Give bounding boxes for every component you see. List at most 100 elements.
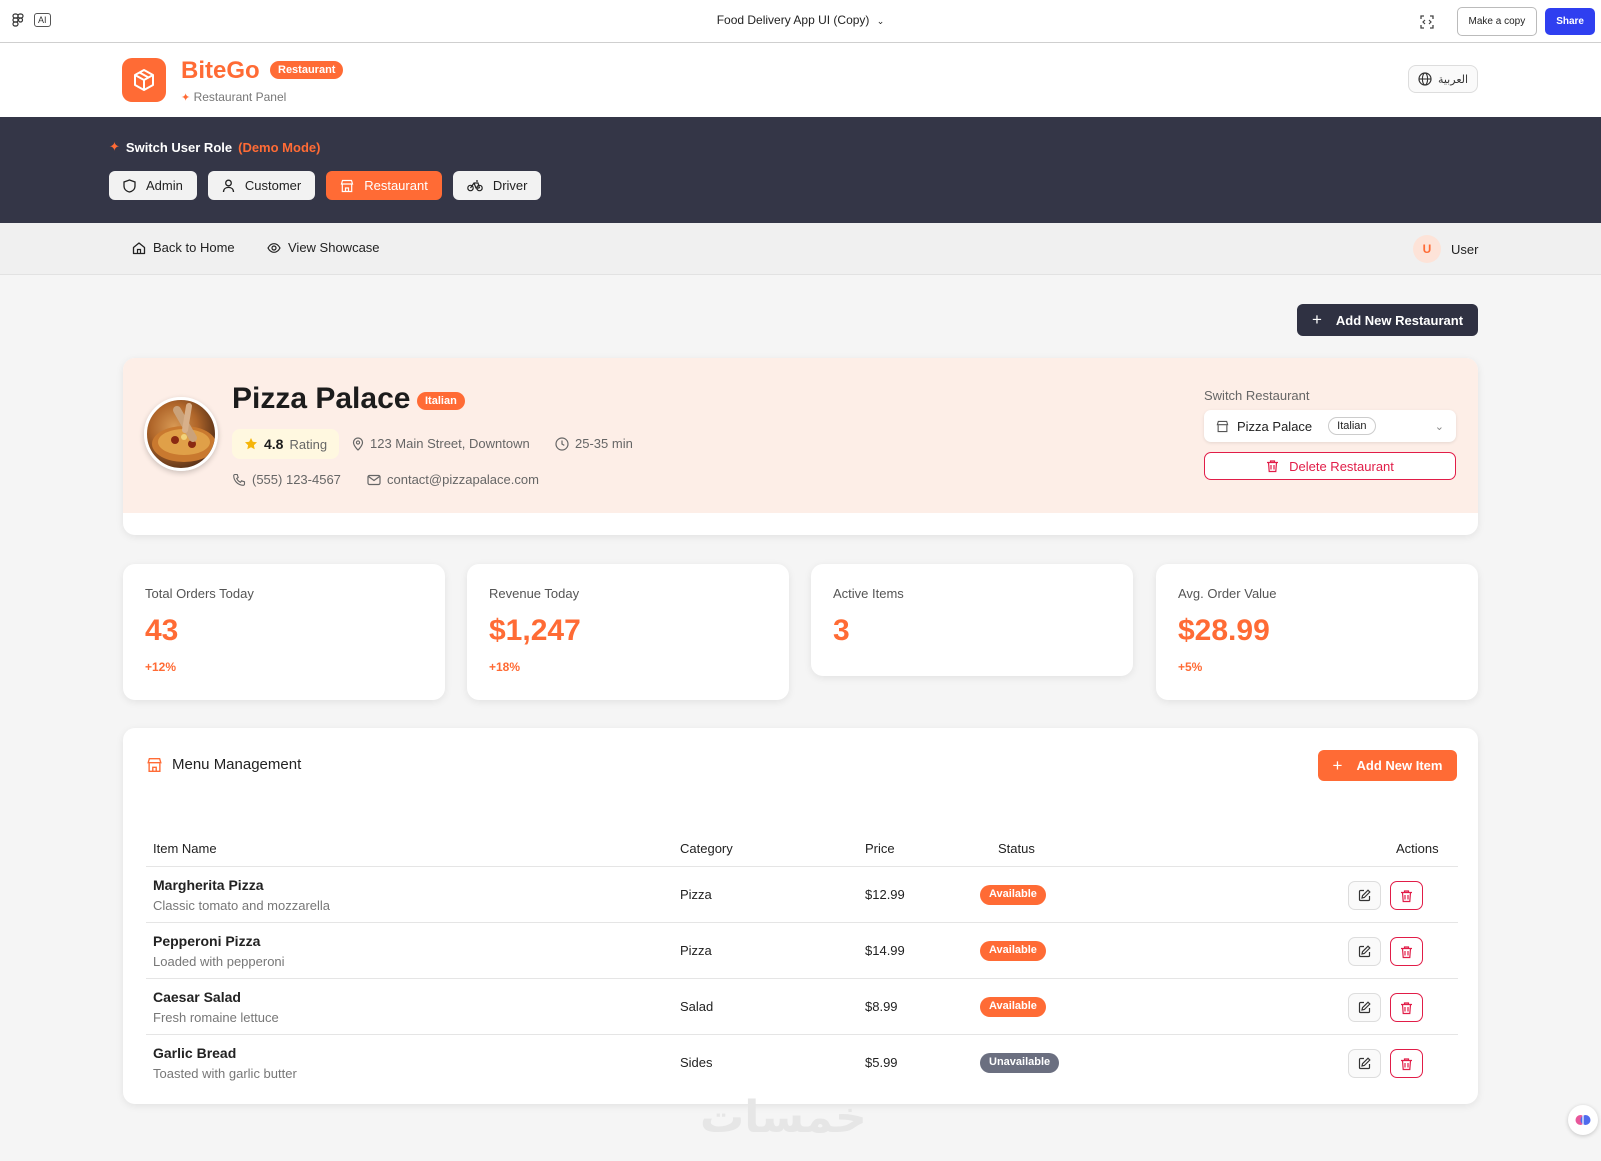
dev-mode-icon[interactable] [1419, 14, 1435, 30]
item-description: Loaded with pepperoni [153, 954, 285, 969]
address-text: 123 Main Street, Downtown [370, 436, 530, 451]
package-icon [134, 69, 154, 91]
column-header-item-name: Item Name [153, 841, 217, 856]
phone-icon [233, 473, 246, 486]
role-label: Driver [492, 178, 528, 193]
restaurant-image [144, 397, 218, 471]
rating-label: Rating [289, 436, 328, 452]
table-row: Caesar Salad Fresh romaine lettuce Salad… [146, 979, 1458, 1035]
item-category: Sides [680, 1055, 713, 1070]
role-button-admin[interactable]: Admin [109, 171, 197, 200]
logo [122, 58, 166, 102]
add-new-item-button[interactable]: + Add New Item [1318, 750, 1457, 781]
make-copy-button[interactable]: Make a copy [1456, 7, 1538, 36]
delete-button[interactable] [1390, 993, 1423, 1022]
table-header: Item Name Category Price Status Actions [146, 831, 1458, 867]
edit-button[interactable] [1348, 937, 1381, 966]
delete-button[interactable] [1390, 937, 1423, 966]
back-to-home-link[interactable]: Back to Home [132, 240, 235, 255]
table-row: Garlic Bread Toasted with garlic butter … [146, 1035, 1458, 1091]
pizza-image [152, 403, 215, 462]
role-button-driver[interactable]: Driver [452, 171, 542, 200]
phone-text: (555) 123-4567 [252, 472, 341, 487]
stat-card-active-items: Active Items 3 [811, 564, 1133, 676]
add-new-item-label: Add New Item [1356, 758, 1443, 773]
topbar-right: Make a copy Share [1419, 7, 1595, 36]
avatar: U [1413, 235, 1441, 263]
table-row: Pepperoni Pizza Loaded with pepperoni Pi… [146, 923, 1458, 979]
window-title[interactable]: Food Delivery App UI (Copy) ⌄ [0, 13, 1601, 27]
role-label: Customer [244, 178, 302, 193]
status-badge[interactable]: Available [980, 885, 1046, 905]
delete-button[interactable] [1390, 881, 1423, 910]
language-toggle[interactable]: العربية [1408, 65, 1478, 93]
brand-name: BiteGo [181, 57, 260, 84]
store-icon [1216, 420, 1229, 432]
restaurant-card: Pizza Palace Italian 4.8 Rating 123 Main… [123, 358, 1478, 535]
panel-subtitle: ✦ Restaurant Panel [181, 90, 286, 104]
stat-label: Revenue Today [489, 586, 580, 601]
sparkle-icon: ✦ [181, 92, 191, 104]
email-text: contact@pizzapalace.com [387, 472, 539, 487]
trash-icon [1267, 460, 1279, 473]
user-icon [222, 179, 235, 192]
stat-value: 3 [833, 614, 850, 647]
stat-label: Avg. Order Value [1178, 586, 1277, 601]
add-new-restaurant-button[interactable]: + Add New Restaurant [1297, 304, 1478, 336]
window-topbar: AI Food Delivery App UI (Copy) ⌄ Make a … [0, 0, 1601, 43]
trash-icon [1401, 945, 1412, 958]
edit-icon [1358, 889, 1371, 902]
status-badge[interactable]: Available [980, 997, 1046, 1017]
item-price: $5.99 [865, 1055, 898, 1070]
edit-icon [1358, 1057, 1371, 1070]
cuisine-badge: Italian [417, 392, 465, 410]
item-price: $8.99 [865, 999, 898, 1014]
selected-cuisine-badge: Italian [1328, 417, 1376, 435]
delete-restaurant-label: Delete Restaurant [1289, 458, 1394, 474]
demo-mode-label: (Demo Mode) [238, 139, 321, 155]
selected-restaurant: Pizza Palace [1237, 418, 1313, 434]
item-name: Caesar Salad [153, 989, 241, 1005]
back-to-home-label: Back to Home [153, 240, 235, 255]
stat-label: Active Items [833, 586, 904, 601]
mail-icon [367, 474, 381, 485]
role-switch-title-text: Switch User Role [125, 139, 233, 155]
user-menu[interactable]: U User [1413, 235, 1478, 263]
role-button-customer[interactable]: Customer [207, 171, 316, 200]
view-showcase-link[interactable]: View Showcase [267, 240, 380, 255]
item-price: $12.99 [865, 887, 905, 902]
stat-value: $1,247 [489, 614, 581, 647]
stat-change: +5% [1178, 660, 1203, 674]
delivery-time-info: 25-35 min [555, 436, 633, 451]
language-label: العربية [1437, 73, 1469, 86]
item-name: Margherita Pizza [153, 877, 264, 893]
edit-button[interactable] [1348, 1049, 1381, 1078]
role-badge: Restaurant [270, 61, 344, 79]
status-badge[interactable]: Unavailable [980, 1053, 1060, 1073]
delete-button[interactable] [1390, 1049, 1423, 1078]
switch-restaurant-label: Switch Restaurant [1204, 388, 1310, 403]
status-badge[interactable]: Available [980, 941, 1046, 961]
stat-card-revenue: Revenue Today $1,247 +18% [467, 564, 789, 700]
assistant-button[interactable] [1568, 1105, 1598, 1135]
item-description: Classic tomato and mozzarella [153, 898, 331, 913]
plus-icon: + [1332, 755, 1343, 775]
role-button-restaurant[interactable]: Restaurant [326, 171, 442, 200]
switch-restaurant-select[interactable]: Pizza Palace Italian ⌄ [1204, 410, 1456, 442]
delivery-time-text: 25-35 min [575, 436, 633, 451]
item-description: Toasted with garlic butter [153, 1066, 297, 1081]
delete-restaurant-button[interactable]: Delete Restaurant [1204, 452, 1456, 480]
item-category: Salad [680, 999, 714, 1014]
window-title-text: Food Delivery App UI (Copy) [716, 13, 870, 27]
item-category: Pizza [680, 943, 712, 958]
edit-button[interactable] [1348, 881, 1381, 910]
edit-button[interactable] [1348, 993, 1381, 1022]
table-row: Margherita Pizza Classic tomato and mozz… [146, 867, 1458, 923]
home-icon [132, 241, 146, 254]
rating-value: 4.8 [264, 436, 284, 452]
edit-icon [1358, 1001, 1371, 1014]
sparkles-icon: ✦ [109, 139, 120, 154]
restaurant-card-header: Pizza Palace Italian 4.8 Rating 123 Main… [123, 358, 1478, 513]
share-button[interactable]: Share [1545, 8, 1595, 35]
column-header-category: Category [680, 841, 733, 856]
